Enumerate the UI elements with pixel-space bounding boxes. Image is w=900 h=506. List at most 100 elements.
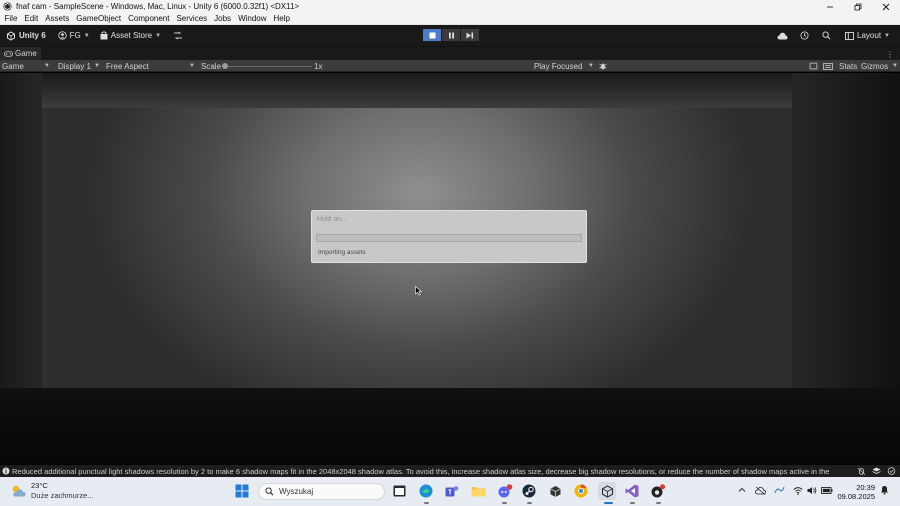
cloud-button[interactable] (771, 25, 793, 46)
taskbar-search[interactable]: Wyszukaj (258, 483, 385, 500)
step-button[interactable] (461, 29, 479, 41)
taskbar-app-teams[interactable] (443, 482, 461, 500)
play-controls (423, 29, 480, 41)
taskbar-app-steam[interactable] (520, 482, 538, 500)
check-circle-icon[interactable] (887, 467, 896, 475)
history-icon (800, 31, 809, 40)
weather-widget[interactable]: 23°C Duże zachmurze... (10, 481, 94, 501)
taskbar-app-edge[interactable] (417, 482, 435, 500)
status-message: Reduced additional punctual light shadow… (12, 467, 830, 476)
dialog-title: Hold on... (317, 216, 347, 223)
play-mode-dropdown[interactable]: Play Focused ▼ (534, 60, 596, 72)
taskbar-app-discord[interactable] (496, 482, 514, 500)
layers-icon[interactable] (872, 467, 881, 475)
scale-slider-track[interactable] (226, 66, 312, 67)
branch-icon (174, 31, 183, 40)
close-button[interactable] (872, 0, 900, 13)
more-options-icon[interactable]: ⋮ (886, 50, 894, 59)
asset-store-dropdown[interactable]: Asset Store ▼ (96, 29, 165, 43)
battery-icon[interactable] (821, 486, 833, 495)
menu-gameobject[interactable]: GameObject (73, 14, 125, 23)
running-indicator (630, 502, 635, 504)
github-icon (651, 484, 665, 498)
history-button[interactable] (793, 25, 815, 46)
account-dropdown[interactable]: FG ▼ (54, 29, 94, 43)
layout-icon (845, 31, 854, 40)
pause-button[interactable] (442, 29, 460, 41)
room-floor (0, 388, 900, 464)
restore-button[interactable] (844, 0, 872, 13)
tab-game[interactable]: Game (0, 46, 41, 61)
system-clock[interactable]: 20:39 09.08.2025 (837, 483, 875, 501)
wifi-icon[interactable] (793, 486, 803, 495)
chevron-down-icon: ▼ (94, 63, 100, 69)
notification-bell-icon[interactable] (880, 485, 889, 495)
unity-icon (601, 484, 613, 498)
room-ceiling (0, 73, 900, 108)
chevron-down-icon: ▼ (884, 32, 890, 39)
toolbar-right: Layout ▼ (771, 25, 900, 46)
cloud-sync-icon[interactable] (755, 486, 766, 495)
scale-slider-handle[interactable] (222, 63, 228, 69)
main-toolbar: Unity 6 FG ▼ Asset Store ▼ Layout ▼ (0, 25, 900, 46)
taskbar-app-unity-hub[interactable] (546, 482, 564, 500)
window-title: fnaf cam - SampleScene - Windows, Mac, L… (16, 2, 300, 11)
display-label: Display 1 (58, 61, 91, 71)
weather-temperature: 23°C (31, 481, 48, 490)
vsync-button[interactable] (809, 60, 818, 72)
unity-icon (3, 2, 12, 11)
menu-file[interactable]: File (1, 14, 21, 23)
menu-services[interactable]: Services (173, 14, 211, 23)
menu-help[interactable]: Help (270, 14, 293, 23)
info-icon (2, 467, 10, 475)
search-icon (821, 31, 830, 40)
play-button[interactable] (423, 29, 441, 41)
aspect-dropdown[interactable]: Free Aspect ▼ (106, 60, 197, 72)
game-viewport[interactable] (0, 73, 900, 464)
menu-edit[interactable]: Edit (21, 14, 42, 23)
menu-assets[interactable]: Assets (42, 14, 73, 23)
mute-audio-button[interactable] (599, 60, 607, 72)
teams-icon (445, 485, 459, 496)
gizmos-label: Gizmos (861, 61, 889, 71)
unity-account-button[interactable]: Unity 6 (2, 29, 50, 43)
clock-date: 09.08.2025 (837, 492, 875, 501)
input-indicator-icon[interactable] (774, 486, 785, 495)
close-icon (882, 3, 890, 10)
weather-description: Duże zachmurze... (31, 491, 94, 500)
taskbar-app-unity[interactable] (598, 482, 616, 500)
taskbar-app-terminal[interactable] (390, 482, 408, 500)
bug-report-icon[interactable] (857, 467, 866, 475)
taskbar-app-visual-studio[interactable] (623, 482, 641, 500)
menu-window[interactable]: Window (235, 14, 270, 23)
chevron-down-icon: ▼ (892, 63, 898, 69)
running-indicator (604, 502, 613, 504)
taskbar-app-chrome[interactable] (572, 482, 590, 500)
chevron-up-icon[interactable] (738, 486, 746, 494)
chevron-down-icon: ▼ (588, 63, 594, 69)
edge-icon (419, 484, 433, 498)
display-dropdown[interactable]: Display 1 ▼ (58, 60, 102, 72)
minimize-button[interactable] (816, 0, 844, 13)
game-mode-dropdown[interactable]: Game ▼ (2, 60, 52, 72)
keyboard-shortcuts-button[interactable] (823, 60, 833, 72)
taskbar-app-github-desktop[interactable] (649, 482, 667, 500)
version-control-button[interactable] (169, 29, 190, 43)
taskbar-app-explorer[interactable] (469, 482, 487, 500)
stats-button[interactable]: Stats (839, 60, 857, 72)
volume-icon[interactable] (807, 486, 817, 495)
menu-component[interactable]: Component (125, 14, 173, 23)
layout-dropdown[interactable]: Layout ▼ (841, 29, 894, 43)
aspect-label: Free Aspect (106, 61, 149, 71)
keyboard-icon (823, 62, 833, 70)
start-button[interactable] (233, 482, 251, 500)
monitor-icon (809, 62, 818, 70)
status-bar[interactable]: Reduced additional punctual light shadow… (0, 465, 900, 477)
chrome-icon (574, 484, 588, 498)
menu-jobs[interactable]: Jobs (211, 14, 235, 23)
minimize-icon (827, 6, 833, 7)
tab-strip: Game ⋮ (0, 46, 900, 61)
gizmos-dropdown[interactable]: Gizmos ▼ (861, 60, 900, 72)
game-view-toolbar: Game ▼ Display 1 ▼ Free Aspect ▼ Scale 1… (0, 60, 900, 72)
search-button[interactable] (815, 25, 837, 46)
